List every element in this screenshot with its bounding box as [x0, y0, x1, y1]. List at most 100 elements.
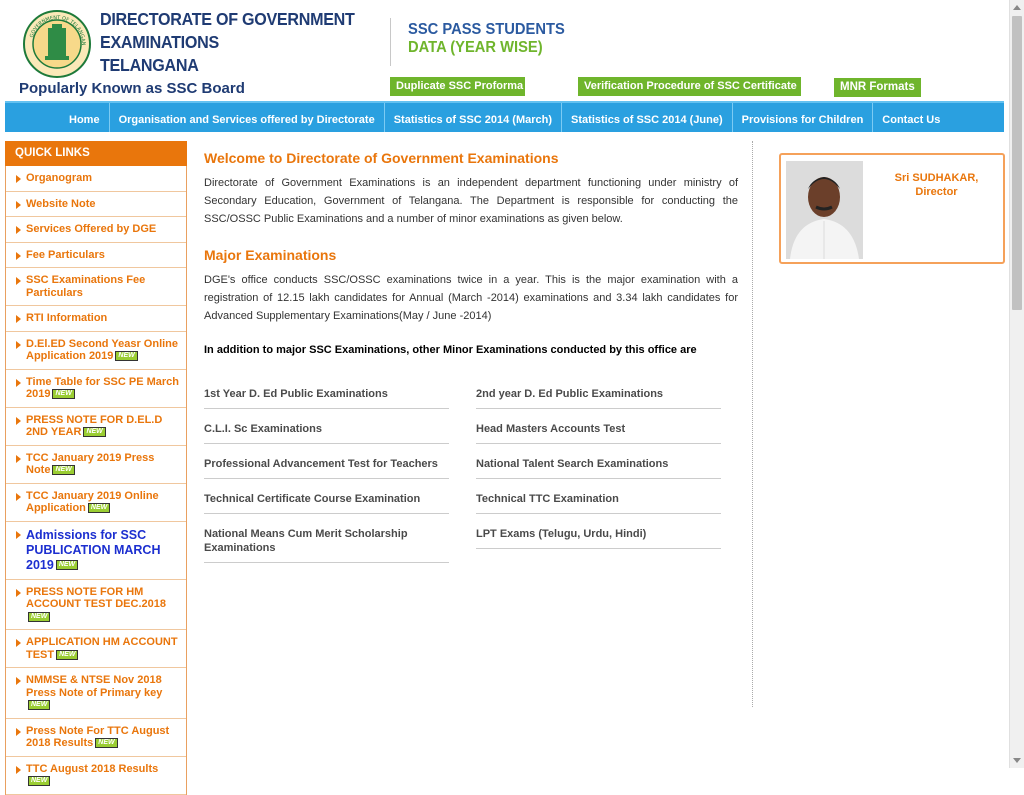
new-badge: NEW: [115, 351, 138, 362]
quick-link-label: Time Table for SSC PE March 2019: [26, 375, 180, 401]
duplicate-ssc-proforma-button[interactable]: Duplicate SSC Proforma: [390, 77, 525, 96]
ssc-pass-students-link[interactable]: SSC PASS STUDENTS DATA (YEAR WISE): [408, 21, 565, 57]
exams-right-column: 2nd year D. Ed Public Examinations Head …: [476, 380, 721, 549]
arrow-right-icon: [16, 639, 21, 647]
major-exams-text: DGE's office conducts SSC/OSSC examinati…: [204, 274, 738, 322]
ssc-pass-line-2: DATA (YEAR WISE): [408, 39, 543, 56]
welcome-title: Welcome to Directorate of Government Exa…: [204, 150, 559, 166]
arrow-right-icon: [16, 588, 21, 597]
nav-statistics-june[interactable]: Statistics of SSC 2014 (June): [561, 103, 732, 132]
new-badge: NEW: [28, 611, 51, 622]
quick-link-item[interactable]: PRESS NOTE FOR HM ACCOUNT TEST DEC.2018N…: [6, 580, 186, 630]
arrow-right-icon: [16, 340, 21, 349]
minor-exams-heading: In addition to major SSC Examinations, o…: [204, 344, 697, 356]
quick-link-label: TTC August 2018 Results: [26, 762, 159, 775]
quick-link-item[interactable]: APPLICATION HM ACCOUNT TEST NEW: [6, 630, 186, 668]
arrow-right-icon: [16, 200, 21, 209]
quick-link-item[interactable]: NMMSE & NTSE Nov 2018 Press Note of Prim…: [6, 668, 186, 719]
quick-link-label: Admissions for SSC PUBLICATION MARCH 201…: [26, 527, 161, 572]
ssc-pass-line-1: SSC PASS STUDENTS: [408, 21, 565, 38]
quick-link-label: Fee Particulars: [26, 248, 105, 261]
exam-item[interactable]: National Talent Search Examinations: [476, 450, 721, 479]
major-exams-title: Major Examinations: [204, 247, 337, 263]
title-line-1: DIRECTORATE OF GOVERNMENT: [100, 9, 355, 29]
new-badge: NEW: [55, 560, 79, 571]
arrow-right-icon: [16, 727, 21, 736]
content-divider: [752, 141, 753, 707]
main-nav: Home Organisation and Services offered b…: [5, 101, 1004, 132]
arrow-right-icon: [16, 765, 21, 774]
new-badge: NEW: [52, 389, 75, 400]
quick-link-item[interactable]: TTC August 2018 ResultsNEW: [6, 757, 186, 795]
quick-link-label: APPLICATION HM ACCOUNT TEST: [26, 636, 178, 661]
main-content: Welcome to Directorate of Government Exa…: [204, 150, 738, 325]
quick-link-item[interactable]: Fee Particulars: [6, 243, 186, 268]
exam-item[interactable]: Professional Advancement Test for Teache…: [204, 450, 449, 479]
title-line-3: TELANGANA: [100, 55, 199, 75]
quick-link-label: D.El.ED Second Yeasr Online Application …: [26, 337, 179, 363]
mnr-formats-button[interactable]: MNR Formats: [834, 78, 921, 97]
exam-item[interactable]: Head Masters Accounts Test: [476, 415, 721, 444]
title-line-2: EXAMINATIONS: [100, 32, 219, 52]
exam-item[interactable]: Technical Certificate Course Examination: [204, 485, 449, 514]
quick-link-label: RTI Information: [26, 312, 108, 324]
director-photo: [786, 161, 863, 259]
header-divider: [390, 18, 391, 66]
arrow-right-icon: [16, 175, 21, 183]
scrollbar-thumb[interactable]: [1012, 16, 1022, 310]
arrow-right-icon: [16, 378, 21, 387]
new-badge: NEW: [83, 427, 106, 438]
quick-link-label: NMMSE & NTSE Nov 2018 Press Note of Prim…: [26, 674, 163, 699]
exam-item[interactable]: 1st Year D. Ed Public Examinations: [204, 380, 449, 409]
exam-item[interactable]: 2nd year D. Ed Public Examinations: [476, 380, 721, 409]
quick-link-item[interactable]: RTI Information: [6, 306, 186, 332]
nav-statistics-march[interactable]: Statistics of SSC 2014 (March): [383, 103, 561, 132]
quick-link-item[interactable]: TCC January 2019 Online Application NEW: [6, 484, 186, 522]
arrow-right-icon: [16, 315, 21, 323]
verification-procedure-button[interactable]: Verification Procedure of SSC Certificat…: [578, 77, 801, 96]
exam-item[interactable]: National Means Cum Merit Scholarship Exa…: [204, 520, 449, 563]
arrow-right-icon: [16, 226, 21, 234]
nav-provisions-children[interactable]: Provisions for Children: [731, 103, 873, 132]
vertical-scrollbar[interactable]: [1009, 0, 1024, 768]
scroll-down-arrow-icon[interactable]: [1013, 758, 1021, 763]
quick-link-item[interactable]: D.El.ED Second Yeasr Online Application …: [6, 332, 186, 370]
new-badge: NEW: [52, 465, 75, 476]
quick-link-item[interactable]: PRESS NOTE FOR D.EL.D 2ND YEAR NEW: [6, 408, 186, 446]
nav-home[interactable]: Home: [60, 103, 109, 132]
nav-organisation[interactable]: Organisation and Services offered by Dir…: [108, 103, 384, 132]
exam-item[interactable]: LPT Exams (Telugu, Urdu, Hindi): [476, 520, 721, 549]
arrow-right-icon: [16, 492, 21, 501]
director-card: Sri SUDHAKAR, Director: [779, 153, 1005, 264]
quick-links-list: Organogram Website Note Services Offered b…: [5, 166, 187, 795]
quick-link-label: PRESS NOTE FOR HM ACCOUNT TEST DEC.2018: [26, 585, 166, 611]
scroll-up-arrow-icon[interactable]: [1013, 5, 1021, 10]
exam-item[interactable]: C.L.I. Sc Examinations: [204, 415, 449, 444]
quick-link-item[interactable]: Website Note: [6, 192, 186, 217]
minor-exams-heading-wrap: In addition to major SSC Examinations, o…: [204, 343, 738, 357]
tagline: Popularly Known as SSC Board: [19, 80, 245, 97]
arrow-right-icon: [16, 454, 21, 463]
arrow-right-icon: [16, 277, 21, 285]
quick-link-label: Services Offered by DGE: [26, 223, 157, 235]
quick-link-item[interactable]: Services Offered by DGE: [6, 217, 186, 243]
quick-links-header: QUICK LINKS: [5, 141, 187, 166]
arrow-right-icon: [16, 677, 21, 685]
quick-link-item[interactable]: Time Table for SSC PE March 2019 NEW: [6, 370, 186, 408]
new-badge: NEW: [56, 649, 79, 660]
exam-item[interactable]: Technical TTC Examination: [476, 485, 721, 514]
nav-contact-us[interactable]: Contact Us: [872, 103, 949, 132]
quick-link-item[interactable]: Organogram: [6, 166, 186, 192]
new-badge: NEW: [87, 503, 111, 514]
arrow-right-icon: [16, 416, 21, 425]
welcome-text: Directorate of Government Examinations i…: [204, 177, 738, 225]
quick-link-item[interactable]: SSC Examinations Fee Particulars: [6, 268, 186, 306]
directorate-title: DIRECTORATE OF GOVERNMENT EXAMINATIONS T…: [100, 8, 355, 77]
quick-link-item[interactable]: Press Note For TTC August 2018 Results NE…: [6, 719, 186, 757]
new-badge: NEW: [95, 738, 118, 749]
quick-link-item[interactable]: Admissions for SSC PUBLICATION MARCH 201…: [6, 522, 186, 580]
quick-link-item[interactable]: TCC January 2019 Press Note NEW: [6, 446, 186, 484]
new-badge: NEW: [28, 776, 51, 787]
new-badge: NEW: [28, 700, 51, 711]
quick-link-label: TCC January 2019 Press Note: [26, 451, 155, 477]
